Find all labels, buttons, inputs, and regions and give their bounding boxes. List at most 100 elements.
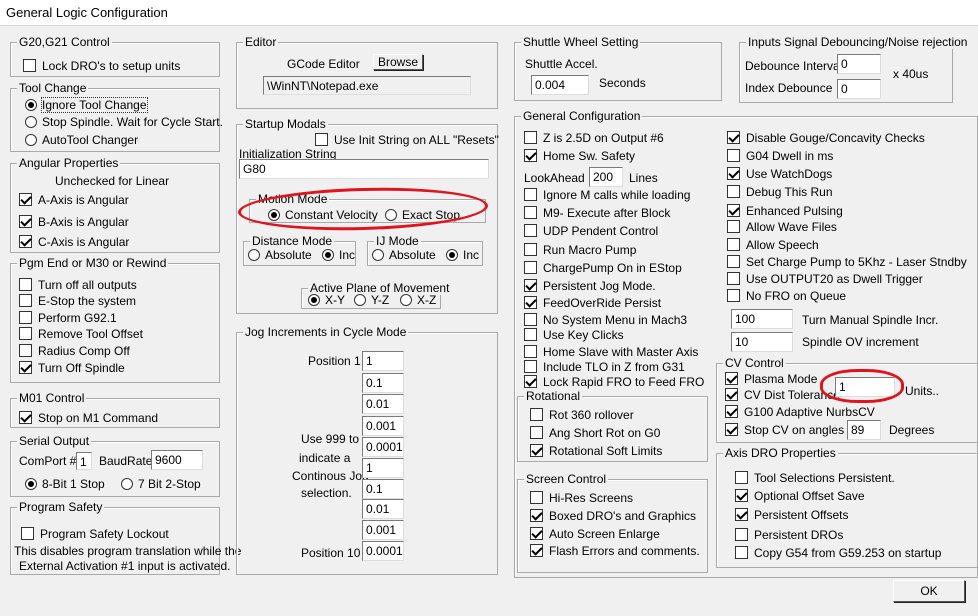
jog-position-10[interactable]: 0.0001 — [362, 541, 404, 561]
ij-absolute-radio[interactable]: Absolute — [372, 248, 436, 262]
editor-path-field[interactable]: \WinNT\Notepad.exe — [263, 76, 471, 95]
feedoverride-persist-checkbox[interactable]: FeedOverRide Persist — [524, 296, 661, 310]
estop-system-checkbox[interactable]: E-Stop the system — [19, 294, 136, 308]
persistent-dros-checkbox[interactable]: Persistent DROs — [735, 528, 843, 542]
debounce-title: Inputs Signal Debouncing/Noise rejection — [746, 35, 970, 49]
udp-pendent-checkbox[interactable]: UDP Pendent Control — [524, 224, 658, 238]
jog-position-9[interactable]: 0.001 — [362, 520, 404, 540]
a-axis-checkbox[interactable]: A-Axis is Angular — [19, 193, 129, 207]
safety-lockout-checkbox[interactable]: Program Safety Lockout — [21, 527, 169, 541]
c-axis-checkbox[interactable]: C-Axis is Angular — [19, 235, 129, 249]
use-output20-checkbox[interactable]: Use OUTPUT20 as Dwell Trigger — [727, 272, 923, 286]
lookahead-input[interactable]: 200 — [589, 167, 623, 187]
remove-tool-offset-checkbox[interactable]: Remove Tool Offset — [19, 327, 143, 341]
hi-res-screens-checkbox[interactable]: Hi-Res Screens — [530, 491, 633, 505]
plane-xy-radio[interactable]: X-Y — [308, 293, 345, 307]
spindle-incr-input[interactable]: 100 — [731, 309, 793, 329]
no-system-menu-checkbox[interactable]: No System Menu in Mach3 — [524, 313, 687, 327]
stop-cv-angles-checkbox[interactable]: Stop CV on angles > — [725, 423, 854, 437]
m9-execute-checkbox[interactable]: M9- Execute after Block — [524, 206, 670, 220]
lock-rapid-fro-checkbox[interactable]: Lock Rapid FRO to Feed FRO — [524, 375, 704, 389]
persistent-offsets-checkbox[interactable]: Persistent Offsets — [735, 508, 848, 522]
7bit-radio[interactable]: 7 Bit 2-Stop — [121, 477, 201, 491]
b-axis-checkbox[interactable]: B-Axis is Angular — [19, 215, 129, 229]
distance-inc-radio[interactable]: Inc — [322, 248, 355, 262]
g100-nurbs-checkbox[interactable]: G100 Adaptive NurbsCV — [725, 405, 875, 419]
use-init-string-checkbox[interactable]: Use Init String on ALL "Resets" — [315, 133, 499, 147]
use-watchdogs-checkbox[interactable]: Use WatchDogs — [727, 167, 832, 181]
jog-position-7[interactable]: 0.1 — [362, 479, 404, 499]
rotational-title: Rotational — [524, 389, 583, 403]
jog-position-5[interactable]: 0.0001 — [362, 437, 404, 457]
general-config-title: General Configuration — [521, 109, 643, 123]
baudrate-input[interactable]: 9600 — [151, 450, 203, 470]
shuttle-wheel-title: Shuttle Wheel Setting — [521, 35, 641, 49]
stop-cv-angle-input[interactable]: 89 — [847, 420, 881, 440]
checkbox-box[interactable] — [23, 59, 36, 72]
ignore-m-calls-checkbox[interactable]: Ignore M calls while loading — [524, 188, 690, 202]
distance-absolute-radio[interactable]: Absolute — [248, 248, 312, 262]
ok-button[interactable]: OK — [893, 580, 965, 602]
flash-errors-checkbox[interactable]: Flash Errors and comments. — [530, 544, 700, 558]
copy-g54-checkbox[interactable]: Copy G54 from G59.253 on startup — [735, 546, 941, 560]
z-2-5d-checkbox[interactable]: Z is 2.5D on Output #6 — [524, 131, 664, 145]
rotational-soft-limits-checkbox[interactable]: Rotational Soft Limits — [530, 444, 662, 458]
browse-button[interactable]: Browse — [373, 54, 423, 70]
jog-position-8[interactable]: 0.01 — [362, 499, 404, 519]
use-key-clicks-checkbox[interactable]: Use Key Clicks — [524, 328, 624, 342]
jog-position-3[interactable]: 0.01 — [362, 394, 404, 414]
jog-position-4[interactable]: 0.001 — [362, 416, 404, 436]
debounce-interval-input[interactable]: 0 — [837, 54, 881, 74]
include-tlo-checkbox[interactable]: Include TLO in Z from G31 — [524, 360, 685, 374]
lookahead-label: LookAhead — [524, 171, 585, 185]
boxed-dros-checkbox[interactable]: Boxed DRO's and Graphics — [530, 509, 696, 523]
turn-off-spindle-checkbox[interactable]: Turn Off Spindle — [19, 361, 125, 375]
charge-pump-5khz-checkbox[interactable]: Set Charge Pump to 5Khz - Laser Stndby — [727, 255, 967, 269]
jog-position-6[interactable]: 1 — [362, 458, 404, 478]
stop-on-m1-checkbox[interactable]: Stop on M1 Command — [19, 411, 158, 425]
ij-inc-radio[interactable]: Inc — [446, 248, 479, 262]
auto-screen-enlarge-checkbox[interactable]: Auto Screen Enlarge — [530, 527, 660, 541]
enhanced-pulsing-checkbox[interactable]: Enhanced Pulsing — [727, 204, 843, 218]
allow-speech-checkbox[interactable]: Allow Speech — [727, 238, 819, 252]
perform-g92-checkbox[interactable]: Perform G92.1 — [19, 311, 117, 325]
turn-off-outputs-checkbox[interactable]: Turn off all outputs — [19, 278, 137, 292]
home-slave-checkbox[interactable]: Home Slave with Master Axis — [524, 345, 698, 359]
plane-yz-radio[interactable]: Y-Z — [354, 293, 389, 307]
plasma-mode-checkbox[interactable]: Plasma Mode — [725, 372, 817, 386]
chargepump-estop-checkbox[interactable]: ChargePump On in EStop — [524, 261, 682, 275]
jog-position-2[interactable]: 0.1 — [362, 373, 404, 393]
plane-xz-radio[interactable]: X-Z — [400, 293, 436, 307]
tool-selections-persistent-checkbox[interactable]: Tool Selections Persistent. — [735, 471, 895, 485]
lock-dro-checkbox[interactable]: Lock DRO's to setup units — [23, 59, 180, 73]
comport-input[interactable]: 1 — [76, 452, 92, 470]
auto-tool-changer-radio[interactable]: AutoTool Changer — [25, 133, 138, 147]
index-debounce-input[interactable]: 0 — [837, 79, 881, 99]
screen-control-title: Screen Control — [524, 472, 609, 486]
jog-position-1[interactable]: 1 — [362, 351, 404, 371]
debug-this-run-checkbox[interactable]: Debug This Run — [727, 185, 833, 199]
8bit-radio[interactable]: 8-Bit 1 Stop — [25, 477, 105, 491]
rot-360-checkbox[interactable]: Rot 360 rollover — [530, 408, 634, 422]
g04-dwell-checkbox[interactable]: G04 Dwell in ms — [727, 149, 833, 163]
no-fro-on-queue-checkbox[interactable]: No FRO on Queue — [727, 289, 846, 303]
init-string-input[interactable]: G80 — [239, 159, 489, 179]
m01-title: M01 Control — [17, 391, 87, 405]
shuttle-wheel-group: Shuttle Wheel Setting Shuttle Accel. 0.0… — [514, 35, 722, 101]
disable-gouge-checkbox[interactable]: Disable Gouge/Concavity Checks — [727, 131, 925, 145]
ang-short-rot-checkbox[interactable]: Ang Short Rot on G0 — [530, 426, 660, 440]
run-macro-pump-checkbox[interactable]: Run Macro Pump — [524, 243, 636, 257]
allow-wave-files-checkbox[interactable]: Allow Wave Files — [727, 220, 837, 234]
stop-spindle-radio[interactable]: Stop Spindle. Wait for Cycle Start. — [25, 115, 223, 129]
shuttle-accel-input[interactable]: 0.004 — [531, 75, 589, 95]
optional-offset-save-checkbox[interactable]: Optional Offset Save — [735, 489, 865, 503]
persistent-jog-checkbox[interactable]: Persistent Jog Mode. — [524, 279, 656, 293]
ignore-tool-change-radio[interactable]: Ignore Tool Change — [25, 97, 148, 113]
active-plane-group: Active Plane of Movement X-Y Y-Z X-Z — [301, 281, 452, 309]
screen-control-group: Screen Control Hi-Res Screens Boxed DRO'… — [517, 472, 708, 573]
spindle-ov-input[interactable]: 10 — [731, 332, 793, 352]
position-10-label: Position 10 — [301, 546, 361, 560]
radius-comp-off-checkbox[interactable]: Radius Comp Off — [19, 344, 130, 358]
home-sw-safety-checkbox[interactable]: Home Sw. Safety — [524, 149, 635, 163]
ij-mode-title: IJ Mode — [374, 234, 421, 248]
